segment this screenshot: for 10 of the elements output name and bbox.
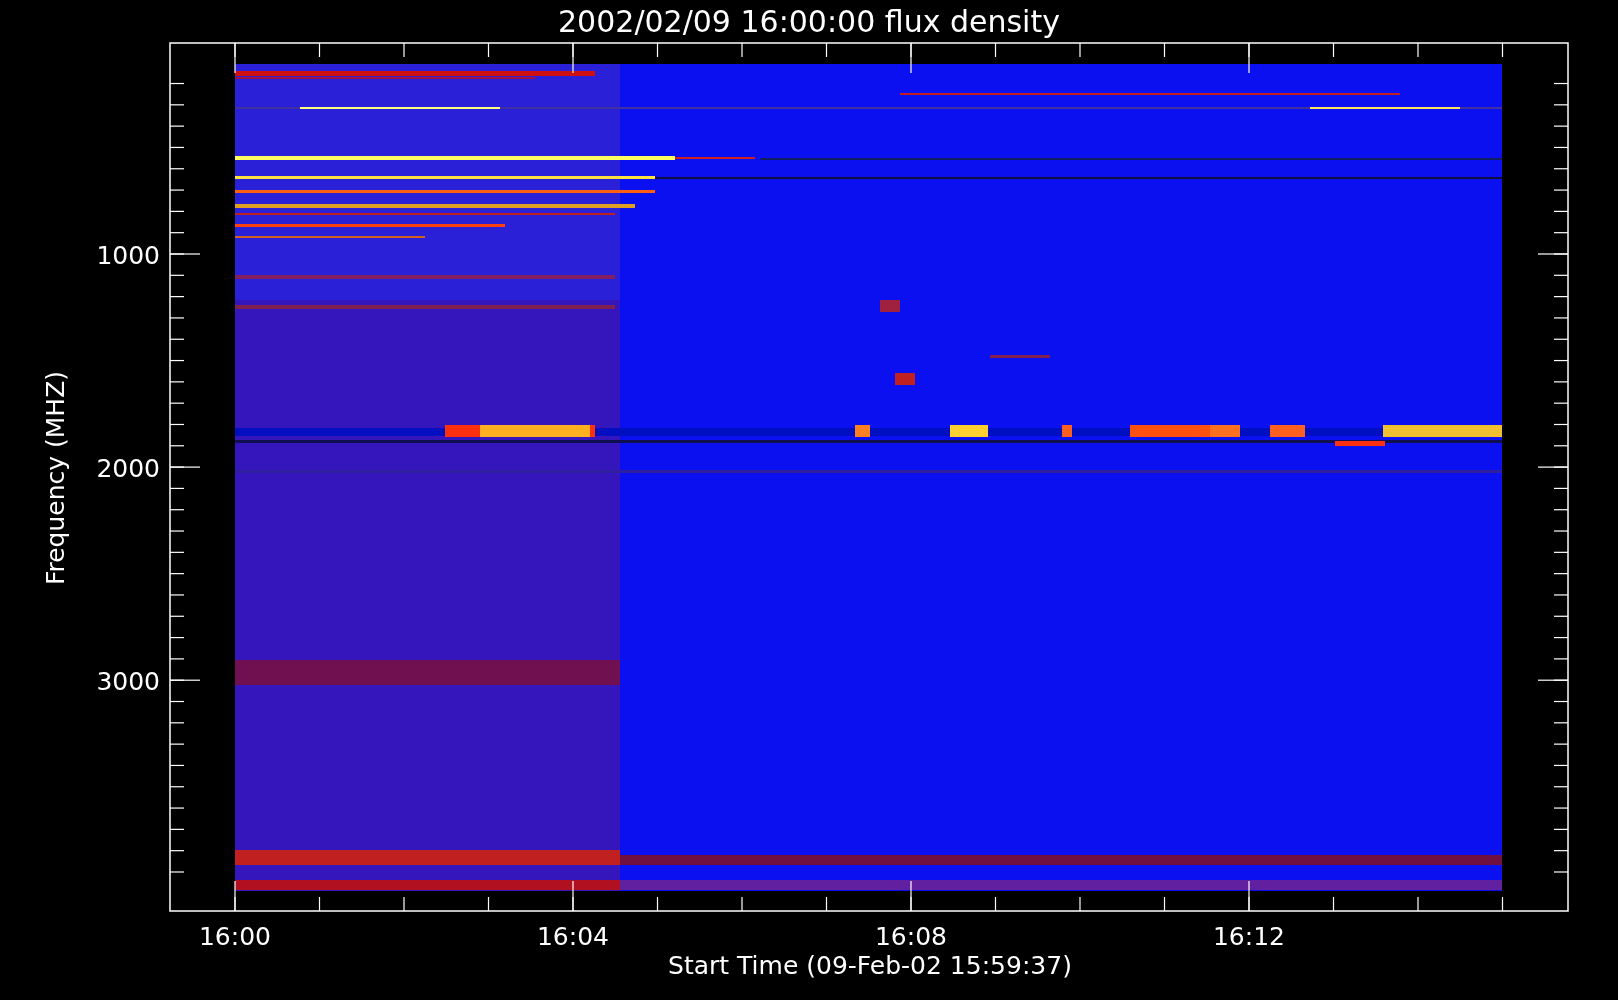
x-tick-label: 16:12 [1213,922,1285,951]
y-axis-label: Frequency (MHZ) [41,370,70,586]
chart-title: 2002/02/09 16:00:00 flux density [558,4,1060,39]
y-tick-label: 1000 [96,241,160,270]
y-tick-label: 3000 [96,667,160,697]
x-tick-label: 16:00 [199,922,271,951]
x-axis-label: Start Time (09-Feb-02 15:59:37) [668,951,1072,980]
x-tick-label: 16:08 [875,922,947,951]
x-tick-label: 16:04 [537,922,609,951]
y-tick-label: 2000 [96,454,160,484]
